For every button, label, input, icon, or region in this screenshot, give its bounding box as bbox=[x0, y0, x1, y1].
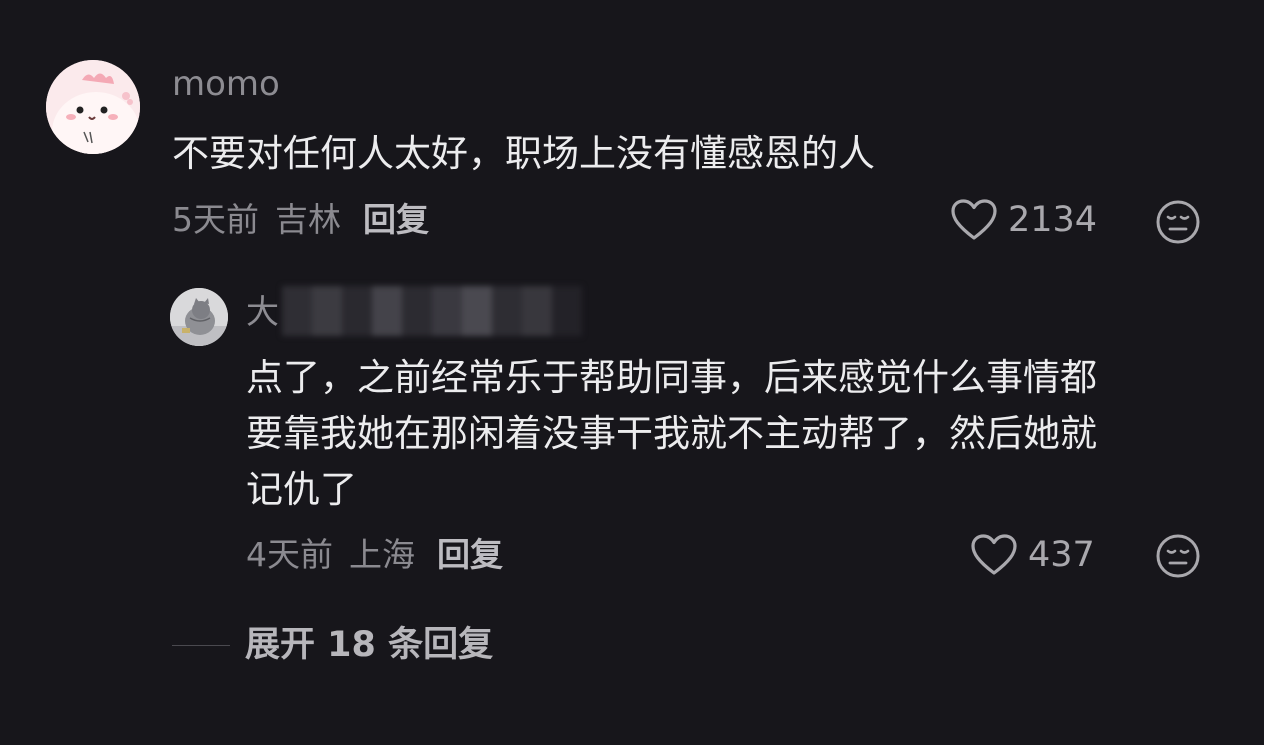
reply-avatar[interactable] bbox=[170, 288, 228, 346]
comment-time: 5天前 bbox=[172, 200, 259, 239]
neutral-face-icon bbox=[1156, 534, 1200, 578]
comment-text: 不要对任何人太好，职场上没有懂感恩的人 bbox=[172, 132, 875, 175]
reply-text-line: 记仇了 bbox=[246, 468, 357, 511]
reply-text-line: 要靠我她在那闲着没事干我就不主动帮了，然后她就 bbox=[246, 412, 1097, 455]
reply-time: 4天前 bbox=[246, 535, 333, 574]
comment-reply-button[interactable]: 回复 bbox=[363, 200, 429, 239]
cat-photo-icon bbox=[170, 288, 228, 346]
reply-like-button[interactable]: 437 bbox=[970, 531, 1095, 579]
comment-location: 吉林 bbox=[275, 200, 341, 239]
reply-location: 上海 bbox=[349, 535, 415, 574]
comment-like-button[interactable]: 2134 bbox=[950, 196, 1097, 244]
reply-reply-button[interactable]: 回复 bbox=[437, 535, 503, 574]
heart-outline-icon bbox=[951, 199, 997, 240]
comment-emoji-button[interactable] bbox=[1154, 198, 1202, 246]
avatar[interactable] bbox=[46, 60, 140, 154]
comment-meta: 5天前 吉林 回复 bbox=[172, 198, 429, 242]
comment-thread: momo 不要对任何人太好，职场上没有懂感恩的人 5天前 吉林 回复 2134 大 bbox=[0, 0, 1264, 745]
expand-replies-button[interactable]: 展开 18 条回复 bbox=[245, 622, 493, 668]
heart-outline-icon bbox=[971, 534, 1017, 575]
reply-text-line: 点了，之前经常乐于帮助同事，后来感觉什么事情都 bbox=[246, 356, 1097, 399]
reply-meta: 4天前 上海 回复 bbox=[246, 533, 503, 577]
expand-divider bbox=[172, 645, 230, 646]
comment-like-count: 2134 bbox=[1008, 200, 1098, 240]
neutral-face-icon bbox=[1156, 200, 1200, 244]
cartoon-avatar-icon bbox=[46, 60, 140, 154]
reply-emoji-button[interactable] bbox=[1154, 532, 1202, 580]
comment-username[interactable]: momo bbox=[172, 64, 280, 104]
reply-like-count: 437 bbox=[1028, 535, 1095, 575]
reply-text: 点了，之前经常乐于帮助同事，后来感觉什么事情都 要靠我她在那闲着没事干我就不主动… bbox=[246, 350, 1236, 518]
reply-username[interactable]: 大 bbox=[246, 292, 279, 332]
username-mosaic bbox=[282, 286, 582, 336]
